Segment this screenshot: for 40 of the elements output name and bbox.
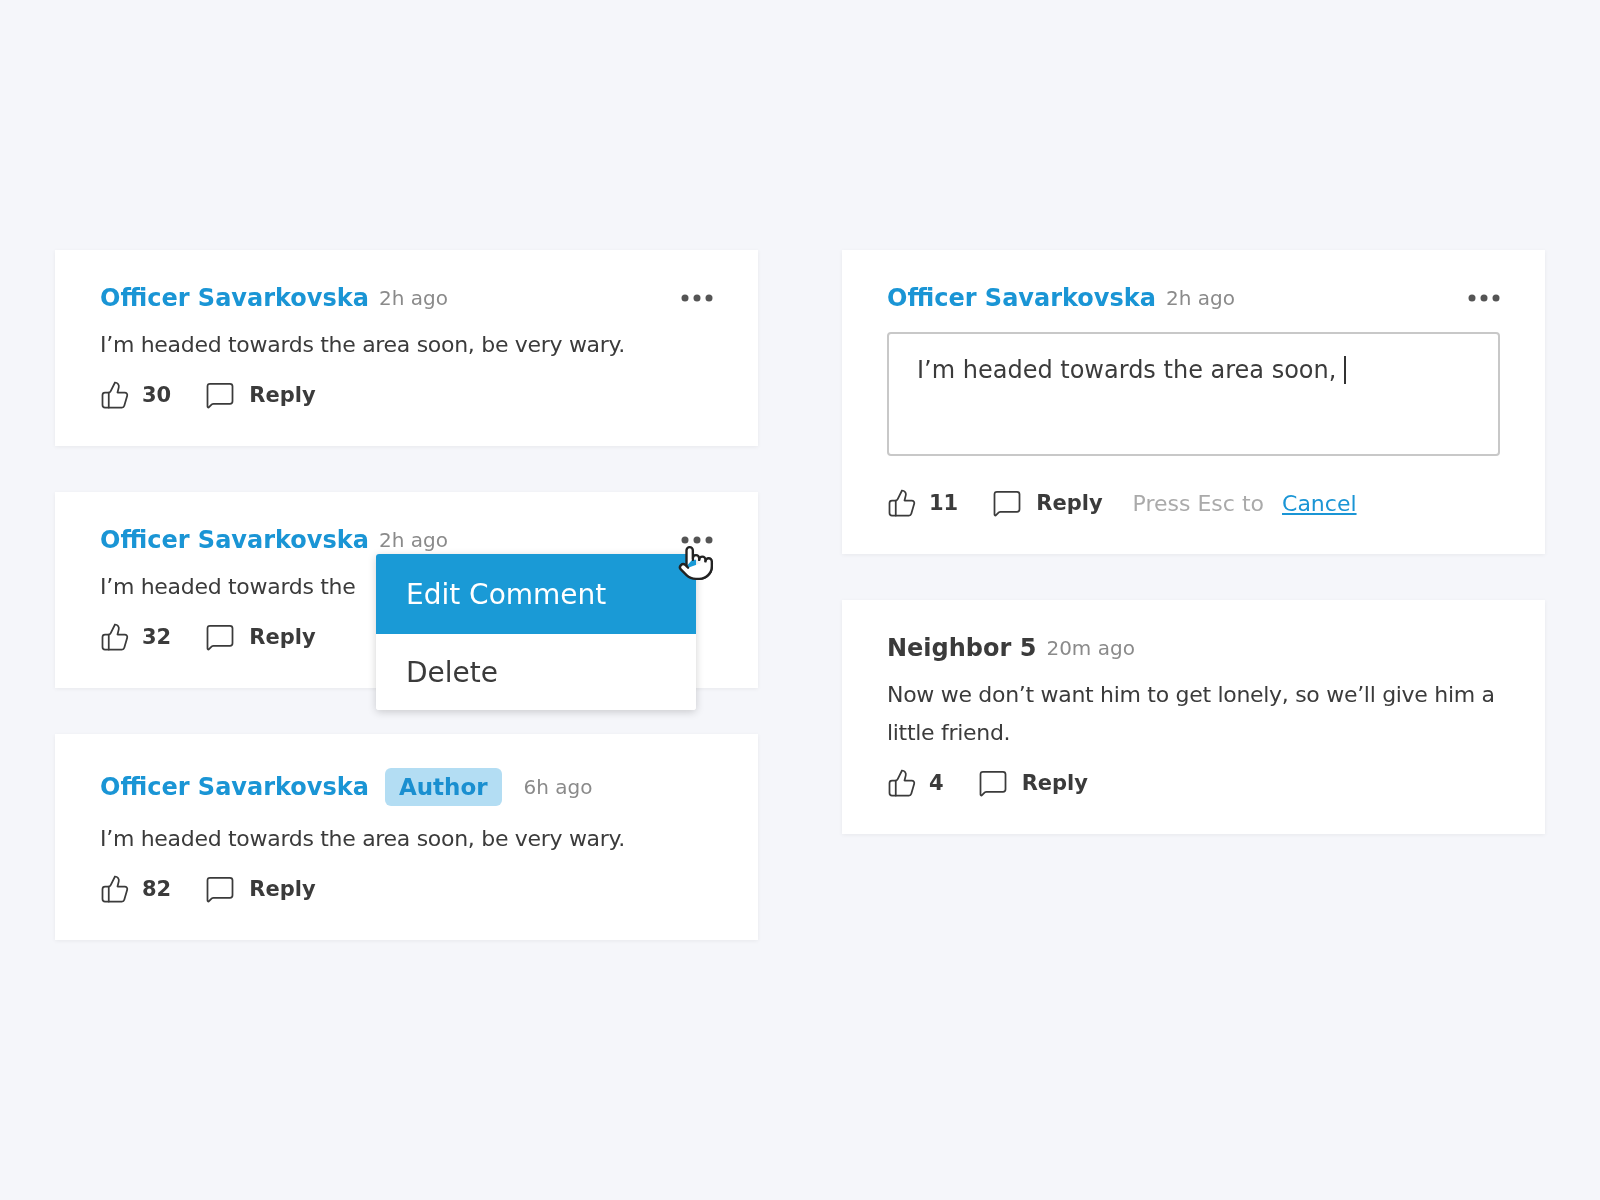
timestamp: 2h ago bbox=[378, 528, 448, 552]
input-field[interactable]: I’m headed towards the area soon, bbox=[887, 332, 1500, 456]
reply-button[interactable]: Reply bbox=[205, 380, 316, 410]
speech-bubble-icon bbox=[205, 874, 236, 904]
comment-text: I’m headed towards the area soon, be very wary. bbox=[100, 331, 625, 359]
speech-bubble-icon bbox=[205, 380, 236, 410]
thumbs-up-icon[interactable] bbox=[100, 622, 130, 652]
thumbs-up-icon[interactable] bbox=[100, 874, 130, 904]
comment-text: I’m headed towards the area soon, be very wary. bbox=[100, 825, 625, 853]
timestamp: 2h ago bbox=[378, 286, 448, 310]
reply-button[interactable]: Reply bbox=[205, 874, 316, 904]
more-icon[interactable] bbox=[681, 536, 713, 544]
thumbs-up-icon[interactable] bbox=[887, 768, 917, 798]
speech-bubble-icon bbox=[205, 622, 236, 652]
hand-cursor-icon bbox=[677, 544, 715, 582]
field-value: I’m headed towards the area soon, bbox=[917, 356, 1337, 384]
like-count: 82 bbox=[142, 877, 172, 901]
thumbs-up-icon[interactable] bbox=[887, 488, 917, 518]
speech-bubble-icon bbox=[992, 488, 1023, 518]
hint-text: Press Esc to bbox=[1132, 490, 1264, 516]
more-icon[interactable] bbox=[1468, 294, 1500, 302]
like-count: 4 bbox=[929, 771, 944, 795]
reply-button[interactable]: Reply bbox=[977, 768, 1088, 798]
timestamp: 2h ago bbox=[1165, 286, 1235, 310]
speech-bubble-icon bbox=[977, 768, 1008, 798]
timestamp: 6h ago bbox=[523, 775, 593, 799]
like-count: 32 bbox=[142, 625, 172, 649]
like-count: 11 bbox=[929, 491, 959, 515]
more-icon[interactable] bbox=[681, 294, 713, 302]
reply-button[interactable]: Reply bbox=[992, 488, 1103, 518]
like-count: 30 bbox=[142, 383, 172, 407]
author-name[interactable]: Neighbor 5 bbox=[887, 634, 1037, 662]
text-caret bbox=[1344, 356, 1347, 384]
timestamp: 20m ago bbox=[1046, 636, 1135, 660]
thumbs-up-icon[interactable] bbox=[100, 380, 130, 410]
comment-text: I’m headed towards the bbox=[100, 573, 356, 601]
menu-item[interactable]: Delete bbox=[376, 634, 696, 710]
reply-button[interactable]: Reply bbox=[205, 622, 316, 652]
comment-text: Now we don’t want him to get lonely, so we’ll give him a little friend. bbox=[887, 681, 1496, 747]
author-badge: Author bbox=[384, 768, 502, 806]
